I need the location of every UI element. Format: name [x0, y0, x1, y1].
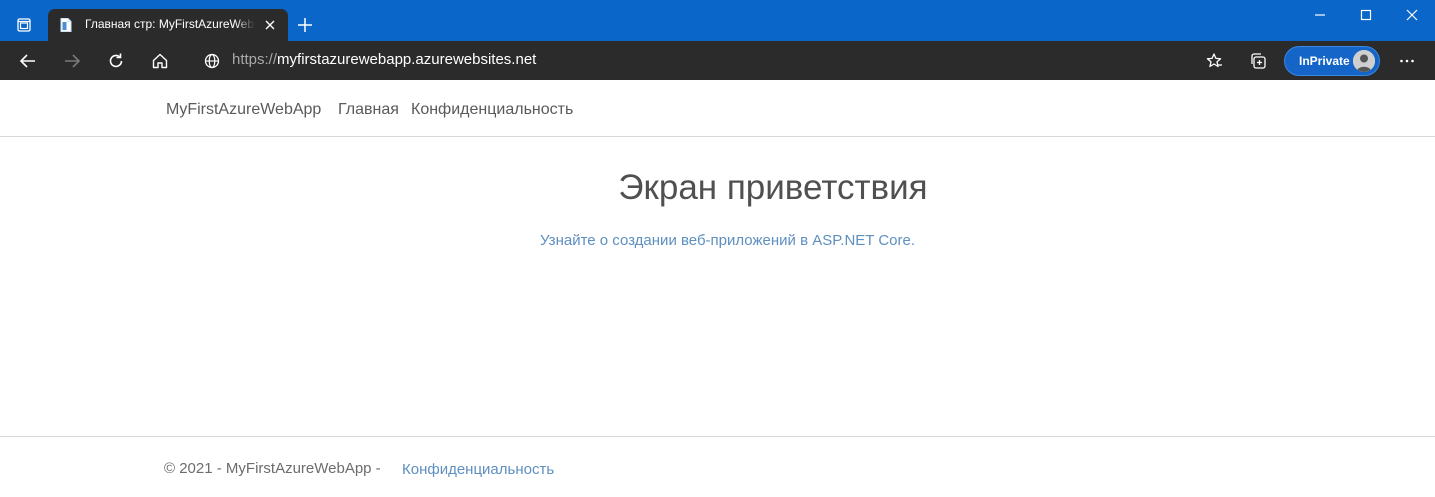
- collections-icon: [1251, 53, 1266, 69]
- forward-button[interactable]: [58, 47, 86, 75]
- window-minimize-button[interactable]: [1297, 0, 1343, 30]
- forward-arrow-icon: [65, 54, 81, 68]
- window-close-button[interactable]: [1389, 0, 1435, 30]
- back-arrow-icon: [19, 54, 35, 68]
- home-button[interactable]: [146, 47, 174, 75]
- settings-more-button[interactable]: [1393, 47, 1421, 75]
- back-button[interactable]: [14, 47, 42, 75]
- window-close-icon: [1406, 9, 1418, 21]
- address-bar[interactable]: https://myfirstazurewebapp.azurewebsites…: [232, 51, 536, 71]
- learn-aspnet-core-link[interactable]: Узнайте о создании веб-приложений в ASP.…: [540, 232, 915, 249]
- browser-toolbar: https://myfirstazurewebapp.azurewebsites…: [0, 41, 1435, 80]
- url-scheme: https://: [232, 51, 278, 68]
- collections-button[interactable]: [1244, 47, 1272, 75]
- more-icon: [1400, 59, 1414, 63]
- refresh-icon: [109, 53, 123, 68]
- site-info-button[interactable]: [198, 47, 226, 75]
- avatar: [1353, 50, 1375, 72]
- maximize-icon: [1360, 9, 1372, 21]
- page-title: Экран приветствия: [618, 168, 928, 207]
- home-icon: [152, 53, 168, 69]
- favorites-button[interactable]: [1200, 47, 1228, 75]
- tab-actions-icon: [17, 18, 31, 32]
- minimize-icon: [1315, 14, 1325, 16]
- tab-title: Главная стр: MyFirstAzureWebApp: [85, 17, 255, 31]
- footer-copyright: © 2021 - MyFirstAzureWebApp -: [164, 460, 381, 477]
- navbar-brand[interactable]: MyFirstAzureWebApp: [166, 101, 321, 119]
- tab-actions-button[interactable]: [10, 12, 38, 38]
- avatar-icon: [1353, 50, 1375, 72]
- browser-tab-strip: Главная стр: MyFirstAzureWebApp: [0, 0, 1435, 41]
- inprivate-label: InPrivate: [1299, 54, 1350, 68]
- site-navbar: MyFirstAzureWebApp Главная Конфиденциаль…: [0, 80, 1435, 137]
- close-icon: [265, 20, 275, 30]
- refresh-button[interactable]: [102, 47, 130, 75]
- site-footer: © 2021 - MyFirstAzureWebApp - Конфиденци…: [0, 436, 1435, 497]
- globe-icon: [204, 53, 220, 69]
- new-tab-button[interactable]: [294, 14, 316, 36]
- window-maximize-button[interactable]: [1343, 0, 1389, 30]
- url-host: myfirstazurewebapp.azurewebsites.net: [277, 51, 537, 68]
- nav-link-home[interactable]: Главная: [338, 101, 399, 119]
- footer-privacy-link[interactable]: Конфиденциальность: [402, 461, 554, 478]
- page-favicon-icon: [60, 18, 72, 32]
- favorites-star-icon: [1206, 53, 1222, 68]
- nav-link-privacy[interactable]: Конфиденциальность: [411, 101, 573, 119]
- tab-close-button[interactable]: [262, 17, 278, 33]
- browser-tab-active[interactable]: Главная стр: MyFirstAzureWebApp: [48, 9, 288, 41]
- inprivate-profile-button[interactable]: InPrivate: [1284, 46, 1380, 76]
- plus-icon: [298, 18, 312, 32]
